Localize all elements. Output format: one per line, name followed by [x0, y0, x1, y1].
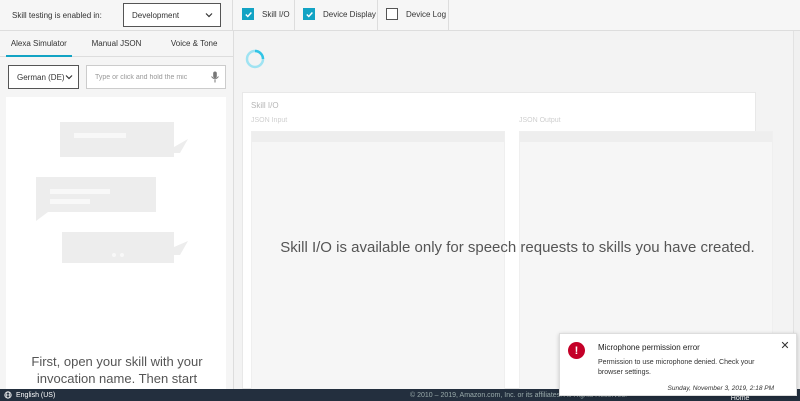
locale-value: German (DE) [17, 72, 65, 82]
microphone-error-toast: ! Microphone permission error Permission… [559, 333, 797, 396]
skill-io-label: Skill I/O [262, 9, 290, 19]
toast-timestamp: Sunday, November 3, 2019, 2:18 PM [667, 385, 774, 392]
chevron-down-icon [205, 13, 213, 18]
toast-title: Microphone permission error [598, 343, 700, 352]
error-icon: ! [568, 342, 585, 359]
simulator-panel: Alexa Simulator Manual JSON Voice & Tone… [0, 31, 234, 401]
close-icon[interactable]: ✕ [779, 340, 791, 352]
toolbar-divider [377, 0, 378, 31]
skill-io-message: Skill I/O is available only for speech r… [280, 239, 755, 256]
microphone-icon[interactable] [210, 71, 220, 83]
testing-enabled-label: Skill testing is enabled in: [12, 10, 102, 20]
toast-message: Permission to use microphone denied. Che… [598, 359, 755, 376]
language-selector[interactable]: English (US) [4, 391, 55, 399]
conversation-area: First, open your skill with your invocat… [6, 97, 226, 401]
environment-value: Development [132, 10, 180, 20]
simulator-tabs: Alexa Simulator Manual JSON Voice & Tone [0, 31, 233, 57]
globe-icon [4, 391, 12, 399]
json-input-box [251, 131, 505, 390]
chevron-down-icon [65, 75, 73, 80]
tab-alexa-simulator[interactable]: Alexa Simulator [0, 31, 78, 57]
chat-bubbles-illustration [36, 122, 188, 263]
device-log-checkbox[interactable]: Device Log [386, 8, 446, 20]
environment-select[interactable]: Development [123, 3, 221, 27]
language-label: English (US) [16, 391, 56, 399]
tab-manual-json[interactable]: Manual JSON [78, 31, 156, 56]
skill-io-title: Skill I/O [251, 101, 279, 110]
toolbar-divider [448, 0, 449, 31]
device-display-label: Device Display [323, 9, 376, 19]
json-output-label: JSON Output [519, 117, 561, 124]
alexa-ring-icon [245, 49, 265, 69]
tab-voice-tone[interactable]: Voice & Tone [155, 31, 233, 56]
toolbar-divider [294, 0, 295, 31]
json-input-label: JSON Input [251, 117, 288, 124]
utterance-input[interactable] [86, 65, 226, 89]
test-toolbar: Skill testing is enabled in: Development… [0, 0, 800, 31]
checkbox-checked-icon [242, 8, 254, 20]
device-display-checkbox[interactable]: Device Display [303, 8, 376, 20]
skill-io-checkbox[interactable]: Skill I/O [242, 8, 290, 20]
checkbox-unchecked-icon [386, 8, 398, 20]
toolbar-divider [232, 0, 233, 31]
device-log-label: Device Log [406, 9, 447, 19]
locale-select[interactable]: German (DE) [8, 65, 79, 89]
checkbox-checked-icon [303, 8, 315, 20]
